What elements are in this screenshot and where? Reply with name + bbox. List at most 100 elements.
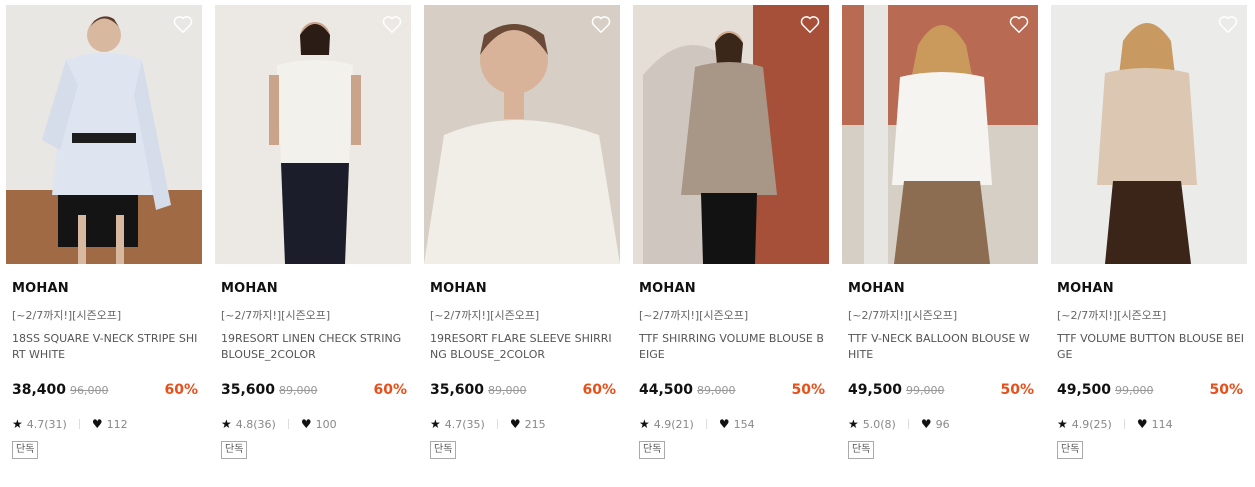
exclusive-tag: 단독 [848, 441, 875, 459]
heart-filled-icon: ♥ [718, 417, 730, 431]
product-card[interactable]: MOHAN [~2/7까지!][시즌오프] TTF V-NECK BALLOON… [842, 5, 1038, 475]
product-photo[interactable] [6, 5, 202, 264]
sale-price: 49,500 99,000 [1057, 382, 1154, 398]
sale-price: 38,400 96,000 [12, 382, 109, 398]
product-photo[interactable] [842, 5, 1038, 264]
sale-price-value: 44,500 [639, 382, 694, 398]
product-name[interactable]: 18SS SQUARE V-NECK STRIPE SHIRT WHITE [12, 331, 200, 363]
likes-count: 154 [733, 417, 755, 431]
likes-count: 112 [106, 417, 128, 431]
heart-filled-icon: ♥ [509, 417, 521, 431]
star-icon: ★ [430, 417, 441, 431]
stats-divider [907, 419, 909, 429]
promo-label: [~2/7까지!][시즌오프] [848, 309, 958, 322]
rating-value: 4.7(31) [26, 417, 67, 431]
heart-filled-icon: ♥ [91, 417, 103, 431]
heart-filled-icon: ♥ [1136, 417, 1148, 431]
product-stats: ★ 5.0(8) ♥ 96 [848, 417, 950, 431]
product-photo[interactable] [215, 5, 411, 264]
star-icon: ★ [221, 417, 232, 431]
product-grid: MOHAN [~2/7까지!][시즌오프] 18SS SQUARE V-NECK… [0, 0, 1255, 487]
product-photo[interactable] [424, 5, 620, 264]
brand-name[interactable]: MOHAN [221, 281, 278, 296]
brand-name[interactable]: MOHAN [430, 281, 487, 296]
brand-name[interactable]: MOHAN [12, 281, 69, 296]
original-price: 99,000 [1115, 384, 1154, 397]
exclusive-tag: 단독 [221, 441, 248, 459]
wishlist-heart-icon[interactable] [590, 13, 612, 35]
sale-price: 49,500 99,000 [848, 382, 945, 398]
star-icon: ★ [1057, 417, 1068, 431]
likes-count: 100 [315, 417, 337, 431]
star-icon: ★ [639, 417, 650, 431]
stats-divider [78, 419, 80, 429]
rating-value: 4.9(25) [1071, 417, 1112, 431]
product-card[interactable]: MOHAN [~2/7까지!][시즌오프] TTF SHIRRING VOLUM… [633, 5, 829, 475]
product-name[interactable]: TTF V-NECK BALLOON BLOUSE WHITE [848, 331, 1036, 363]
stats-divider [496, 419, 498, 429]
likes-count: 114 [1151, 417, 1173, 431]
sale-price-value: 49,500 [848, 382, 903, 398]
product-stats: ★ 4.7(35) ♥ 215 [430, 417, 546, 431]
wishlist-heart-icon[interactable] [381, 13, 403, 35]
product-stats: ★ 4.9(21) ♥ 154 [639, 417, 755, 431]
product-card[interactable]: MOHAN [~2/7까지!][시즌오프] 19RESORT FLARE SLE… [424, 5, 620, 475]
promo-label: [~2/7까지!][시즌오프] [430, 309, 540, 322]
brand-name[interactable]: MOHAN [1057, 281, 1114, 296]
heart-filled-icon: ♥ [300, 417, 312, 431]
brand-name[interactable]: MOHAN [639, 281, 696, 296]
original-price: 89,000 [279, 384, 318, 397]
promo-label: [~2/7까지!][시즌오프] [639, 309, 749, 322]
sale-price-value: 35,600 [221, 382, 276, 398]
rating-value: 4.8(36) [235, 417, 276, 431]
wishlist-heart-icon[interactable] [1008, 13, 1030, 35]
discount-rate: 50% [1000, 382, 1034, 398]
rating-value: 4.7(35) [444, 417, 485, 431]
sale-price: 35,600 89,000 [430, 382, 527, 398]
product-name[interactable]: 19RESORT FLARE SLEEVE SHIRRING BLOUSE_2C… [430, 331, 618, 363]
stats-divider [287, 419, 289, 429]
product-card[interactable]: MOHAN [~2/7까지!][시즌오프] 18SS SQUARE V-NECK… [6, 5, 202, 475]
sale-price-value: 38,400 [12, 382, 67, 398]
original-price: 89,000 [488, 384, 527, 397]
sale-price-value: 35,600 [430, 382, 485, 398]
discount-rate: 50% [1209, 382, 1243, 398]
wishlist-heart-icon[interactable] [799, 13, 821, 35]
product-card[interactable]: MOHAN [~2/7까지!][시즌오프] TTF VOLUME BUTTON … [1051, 5, 1247, 475]
product-name[interactable]: 19RESORT LINEN CHECK STRING BLOUSE_2COLO… [221, 331, 409, 363]
exclusive-tag: 단독 [639, 441, 666, 459]
product-photo[interactable] [633, 5, 829, 264]
original-price: 96,000 [70, 384, 109, 397]
discount-rate: 50% [791, 382, 825, 398]
wishlist-heart-icon[interactable] [172, 13, 194, 35]
promo-label: [~2/7까지!][시즌오프] [1057, 309, 1167, 322]
product-stats: ★ 4.8(36) ♥ 100 [221, 417, 337, 431]
discount-rate: 60% [582, 382, 616, 398]
product-name[interactable]: TTF VOLUME BUTTON BLOUSE BEIGE [1057, 331, 1245, 363]
discount-rate: 60% [373, 382, 407, 398]
star-icon: ★ [12, 417, 23, 431]
stats-divider [705, 419, 707, 429]
heart-filled-icon: ♥ [920, 417, 932, 431]
product-card[interactable]: MOHAN [~2/7까지!][시즌오프] 19RESORT LINEN CHE… [215, 5, 411, 475]
promo-label: [~2/7까지!][시즌오프] [12, 309, 122, 322]
brand-name[interactable]: MOHAN [848, 281, 905, 296]
product-stats: ★ 4.9(25) ♥ 114 [1057, 417, 1173, 431]
exclusive-tag: 단독 [430, 441, 457, 459]
wishlist-heart-icon[interactable] [1217, 13, 1239, 35]
star-icon: ★ [848, 417, 859, 431]
sale-price: 44,500 89,000 [639, 382, 736, 398]
promo-label: [~2/7까지!][시즌오프] [221, 309, 331, 322]
stats-divider [1123, 419, 1125, 429]
likes-count: 215 [524, 417, 546, 431]
discount-rate: 60% [164, 382, 198, 398]
likes-count: 96 [935, 417, 950, 431]
original-price: 89,000 [697, 384, 736, 397]
rating-value: 4.9(21) [653, 417, 694, 431]
product-name[interactable]: TTF SHIRRING VOLUME BLOUSE BEIGE [639, 331, 827, 363]
product-stats: ★ 4.7(31) ♥ 112 [12, 417, 128, 431]
exclusive-tag: 단독 [12, 441, 39, 459]
exclusive-tag: 단독 [1057, 441, 1084, 459]
rating-value: 5.0(8) [862, 417, 896, 431]
product-photo[interactable] [1051, 5, 1247, 264]
